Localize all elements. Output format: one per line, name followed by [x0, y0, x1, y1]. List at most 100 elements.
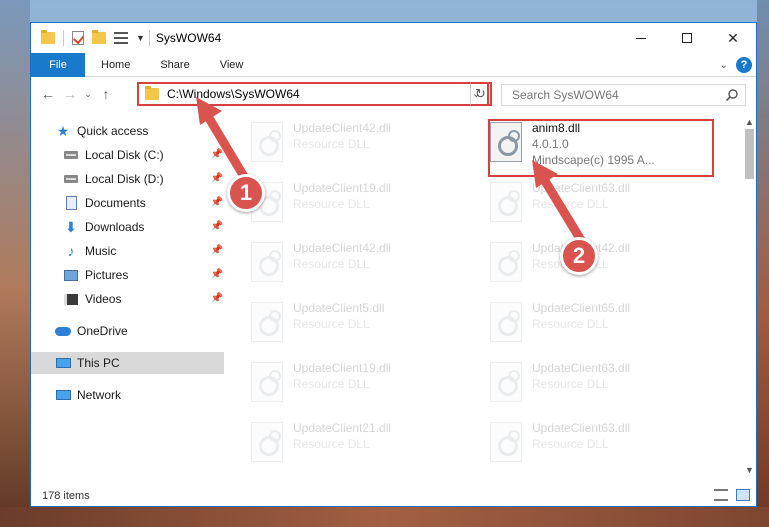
search-placeholder: Search SysWOW64: [512, 88, 619, 102]
network-icon: [55, 388, 71, 402]
file-type: Resource DLL: [293, 377, 370, 391]
callout-badge-1: 1: [227, 174, 265, 212]
expand-ribbon-chevron-icon[interactable]: ⌄: [720, 60, 728, 71]
address-folder-icon: [145, 86, 159, 100]
file-tile[interactable]: UpdateClient19.dll Resource DLL: [241, 359, 441, 409]
sidebar-item-label: This PC: [77, 356, 120, 370]
pin-icon[interactable]: 📌: [211, 173, 223, 184]
toolbar-separator: [63, 30, 64, 46]
downloads-icon: ⬇: [65, 218, 77, 235]
properties-icon[interactable]: [114, 32, 128, 44]
file-type: Resource DLL: [532, 317, 609, 331]
minimize-button[interactable]: [618, 23, 664, 53]
file-type: Resource DLL: [532, 197, 609, 211]
file-tile[interactable]: UpdateClient5.dll Resource DLL: [241, 299, 441, 349]
recent-locations-chevron-icon[interactable]: ⌄: [81, 89, 95, 100]
dll-file-icon: [490, 422, 522, 462]
sidebar-item-label: Local Disk (D:): [85, 172, 164, 186]
sidebar-item-documents[interactable]: Documents 📌: [63, 192, 223, 214]
file-tile[interactable]: UpdateClient63.dll Resource DLL: [480, 419, 680, 469]
search-icon[interactable]: [725, 88, 739, 102]
file-tile[interactable]: UpdateClient42.dll Resource DLL: [241, 239, 441, 289]
music-icon: ♪: [67, 243, 75, 259]
details-view-icon[interactable]: [714, 489, 728, 501]
dll-file-icon: [490, 242, 522, 282]
file-name: UpdateClient5.dll: [293, 301, 385, 315]
pin-icon[interactable]: 📌: [211, 197, 223, 208]
dll-file-icon: [251, 302, 283, 342]
file-tile[interactable]: UpdateClient21.dll Resource DLL: [241, 419, 441, 469]
properties-check-icon[interactable]: [72, 31, 84, 45]
scroll-down-icon[interactable]: ▼: [745, 465, 754, 475]
back-arrow-icon[interactable]: ←: [37, 86, 59, 102]
sidebar-item-local-disk-c[interactable]: Local Disk (C:) 📌: [63, 144, 223, 166]
up-arrow-icon[interactable]: ↑: [95, 86, 117, 102]
dll-file-icon: [251, 242, 283, 282]
address-bar[interactable]: C:\Windows\SysWOW64 ⌄: [137, 82, 489, 106]
file-type: Resource DLL: [293, 257, 370, 271]
tab-file[interactable]: File: [31, 52, 85, 77]
file-tile[interactable]: UpdateClient63.dll Resource DLL: [480, 359, 680, 409]
vertical-scrollbar[interactable]: ▲ ▼: [742, 115, 757, 477]
sidebar-item-onedrive[interactable]: OneDrive: [55, 320, 175, 342]
tab-share[interactable]: Share: [145, 53, 204, 77]
drive-icon: [63, 172, 79, 186]
folder-icon[interactable]: [41, 30, 55, 44]
scroll-up-icon[interactable]: ▲: [745, 117, 754, 127]
sidebar-item-music[interactable]: ♪ Music 📌: [63, 240, 224, 262]
new-folder-icon[interactable]: [92, 30, 106, 44]
refresh-button[interactable]: ↻: [470, 82, 492, 106]
file-tile[interactable]: UpdateClient63.dll Resource DLL: [480, 179, 680, 229]
pin-icon[interactable]: 📌: [211, 293, 223, 304]
file-name: UpdateClient42.dll: [293, 241, 392, 255]
pin-icon[interactable]: 📌: [211, 269, 223, 280]
drive-icon: [63, 148, 79, 162]
highlight-box-anim8: [488, 119, 714, 177]
file-type: Resource DLL: [293, 317, 370, 331]
sidebar-item-label: Quick access: [77, 124, 149, 138]
maximize-button[interactable]: [664, 23, 710, 53]
dll-file-icon: [251, 362, 283, 402]
file-tile[interactable]: UpdateClient42.dll Resource DLL: [241, 119, 441, 169]
dll-file-icon: [490, 302, 522, 342]
scroll-thumb[interactable]: [745, 129, 754, 179]
dll-file-icon: [251, 122, 283, 162]
maximize-icon: [682, 33, 692, 43]
sidebar-item-this-pc[interactable]: This PC: [31, 352, 224, 374]
tiles-view-icon[interactable]: [736, 489, 750, 501]
sidebar-item-network[interactable]: Network: [55, 384, 175, 406]
help-icon[interactable]: ?: [736, 57, 752, 73]
pin-icon[interactable]: 📌: [211, 245, 223, 256]
tab-home[interactable]: Home: [85, 53, 145, 77]
sidebar-item-quick-access[interactable]: ★ Quick access: [55, 120, 155, 142]
file-tile[interactable]: UpdateClient19.dll Resource DLL: [241, 179, 441, 229]
forward-arrow-icon[interactable]: →: [59, 86, 81, 102]
navigation-bar: ← → ⌄ ↑ C:\Windows\SysWOW64 ⌄ ↻ Search S…: [31, 79, 756, 109]
title-bar: ▼ SysWOW64 ✕: [31, 23, 756, 53]
file-name: UpdateClient63.dll: [532, 181, 631, 195]
customize-toolbar-dropdown-icon[interactable]: ▼: [136, 33, 145, 43]
navigation-pane: ★ Quick access Local Disk (C:) 📌 Local D…: [31, 115, 224, 475]
pin-icon[interactable]: 📌: [211, 221, 223, 232]
desktop-background-bottom: [0, 507, 769, 527]
sidebar-item-downloads[interactable]: ⬇ Downloads 📌: [63, 216, 223, 238]
file-name: UpdateClient63.dll: [532, 421, 631, 435]
sidebar-item-videos[interactable]: Videos 📌: [63, 288, 223, 310]
pin-icon[interactable]: 📌: [211, 149, 223, 160]
sidebar-item-pictures[interactable]: Pictures 📌: [63, 264, 223, 286]
sidebar-item-label: Documents: [85, 196, 146, 210]
close-button[interactable]: ✕: [710, 23, 756, 53]
dll-file-icon: [490, 362, 522, 402]
dll-file-icon: [251, 422, 283, 462]
callout-badge-2: 2: [560, 237, 598, 275]
view-switcher: [714, 489, 750, 501]
file-tile[interactable]: UpdateClient65.dll Resource DLL: [480, 299, 680, 349]
title-separator: [148, 30, 150, 46]
tab-view[interactable]: View: [205, 53, 259, 77]
file-name: UpdateClient19.dll: [293, 361, 392, 375]
search-input[interactable]: Search SysWOW64: [501, 84, 746, 106]
sidebar-item-local-disk-d[interactable]: Local Disk (D:) 📌: [63, 168, 223, 190]
address-path[interactable]: C:\Windows\SysWOW64: [167, 87, 300, 101]
documents-icon: [63, 196, 79, 210]
desktop-background-right: [757, 0, 769, 527]
